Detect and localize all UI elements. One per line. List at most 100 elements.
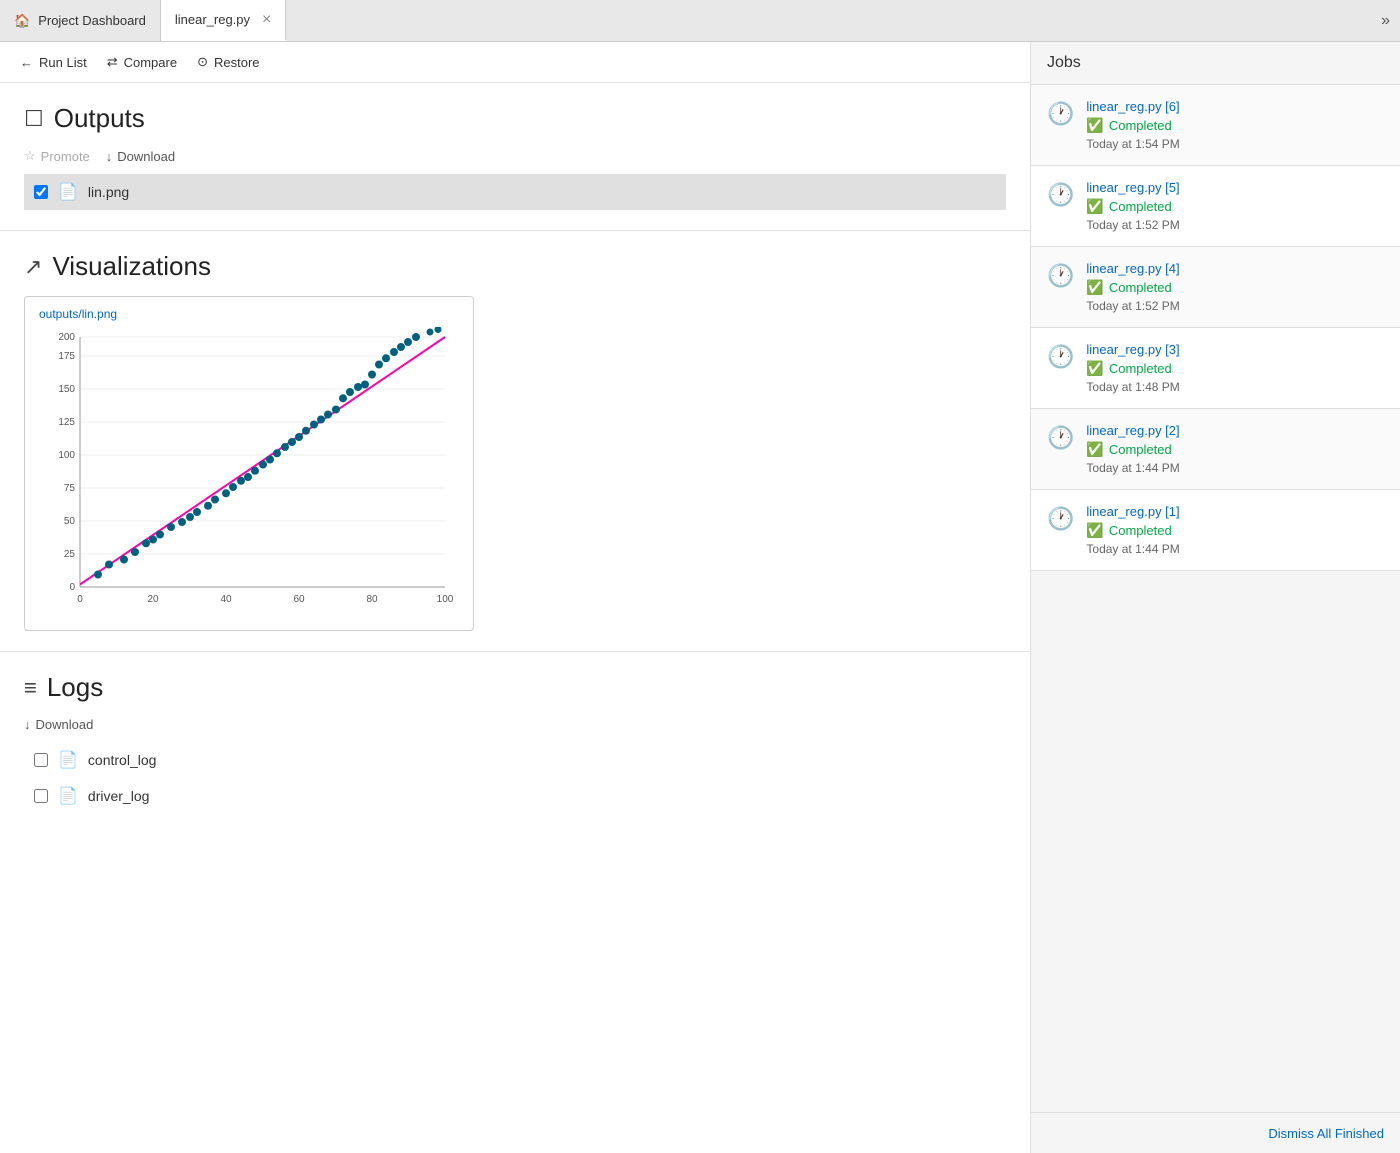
job-clock-icon-3: 🕐 — [1047, 344, 1074, 370]
scatter-chart: 0 25 50 75 100 125 150 175 200 0 20 — [35, 327, 455, 617]
logs-section: ≡ Logs ↓ Download 📄 control_log 📄 d — [0, 652, 1030, 834]
outputs-action-row: ☆ Promote ↓ Download — [24, 148, 1006, 164]
job-name-6[interactable]: linear_reg.py [6] — [1086, 99, 1179, 114]
job-clock-icon-2: 🕐 — [1047, 425, 1074, 451]
visualizations-header: ↗ Visualizations — [24, 251, 1006, 282]
visualizations-icon: ↗ — [24, 254, 42, 280]
tab-label-project-dashboard: Project Dashboard — [38, 13, 146, 28]
tab-close-icon[interactable]: × — [262, 11, 271, 29]
visualizations-title: Visualizations — [52, 251, 211, 282]
jobs-header: Jobs — [1031, 42, 1400, 85]
svg-text:60: 60 — [293, 594, 305, 605]
job-status-2: ✅ Completed — [1086, 441, 1179, 458]
job-info-2: linear_reg.py [2] ✅ Completed Today at 1… — [1086, 423, 1179, 475]
svg-text:25: 25 — [64, 549, 76, 560]
run-list-button[interactable]: ← Run List — [20, 55, 87, 70]
svg-text:100: 100 — [437, 594, 454, 605]
job-status-5: ✅ Completed — [1086, 198, 1179, 215]
job-clock-icon-6: 🕐 — [1047, 101, 1074, 127]
job-clock-icon-1: 🕐 — [1047, 506, 1074, 532]
logs-header: ≡ Logs — [24, 672, 1006, 703]
promote-button: ☆ Promote — [24, 148, 90, 164]
main-layout: ← Run List ⇄ Compare ⊙ Restore ☐ Outputs… — [0, 42, 1400, 1153]
compare-icon: ⇄ — [107, 54, 118, 70]
svg-text:125: 125 — [58, 417, 75, 428]
job-info-5: linear_reg.py [5] ✅ Completed Today at 1… — [1086, 180, 1179, 232]
job-item-6: 🕐 linear_reg.py [6] ✅ Completed Today at… — [1031, 85, 1400, 166]
job-status-3: ✅ Completed — [1086, 360, 1179, 377]
compare-button[interactable]: ⇄ Compare — [107, 54, 177, 70]
svg-text:0: 0 — [77, 594, 83, 605]
log-file-checkbox-control-log[interactable] — [34, 753, 48, 767]
tab-bar: 🏠 Project Dashboard linear_reg.py × » — [0, 0, 1400, 42]
output-file-checkbox-lin-png[interactable] — [34, 185, 48, 199]
logs-action-row: ↓ Download — [24, 717, 1006, 732]
job-status-6: ✅ Completed — [1086, 117, 1179, 134]
job-check-icon-1: ✅ — [1086, 522, 1103, 539]
outputs-section: ☐ Outputs ☆ Promote ↓ Download 📄 lin.png — [0, 83, 1030, 231]
log-file-control-log[interactable]: 📄 control_log — [24, 742, 1006, 778]
log-file-checkbox-driver-log[interactable] — [34, 789, 48, 803]
restore-button[interactable]: ⊙ Restore — [197, 54, 259, 70]
outputs-file-list: 📄 lin.png — [24, 174, 1006, 210]
visualization-container: outputs/lin.png — [24, 296, 474, 631]
job-item-3: 🕐 linear_reg.py [3] ✅ Completed Today at… — [1031, 328, 1400, 409]
job-name-5[interactable]: linear_reg.py [5] — [1086, 180, 1179, 195]
job-time-6: Today at 1:54 PM — [1086, 137, 1179, 151]
job-info-3: linear_reg.py [3] ✅ Completed Today at 1… — [1086, 342, 1179, 394]
dismiss-bar: Dismiss All Finished — [1031, 1112, 1400, 1153]
outputs-title: Outputs — [54, 103, 145, 134]
job-check-icon-6: ✅ — [1086, 117, 1103, 134]
job-item-2: 🕐 linear_reg.py [2] ✅ Completed Today at… — [1031, 409, 1400, 490]
job-status-4: ✅ Completed — [1086, 279, 1179, 296]
job-clock-icon-4: 🕐 — [1047, 263, 1074, 289]
job-check-icon-5: ✅ — [1086, 198, 1103, 215]
job-time-4: Today at 1:52 PM — [1086, 299, 1179, 313]
file-icon-driver-log: 📄 — [58, 786, 78, 806]
svg-text:0: 0 — [69, 582, 75, 593]
dismiss-all-button[interactable]: Dismiss All Finished — [1268, 1126, 1384, 1141]
logs-download-icon: ↓ — [24, 717, 31, 732]
job-time-5: Today at 1:52 PM — [1086, 218, 1179, 232]
job-info-6: linear_reg.py [6] ✅ Completed Today at 1… — [1086, 99, 1179, 151]
job-clock-icon-5: 🕐 — [1047, 182, 1074, 208]
svg-text:75: 75 — [64, 483, 76, 494]
job-name-2[interactable]: linear_reg.py [2] — [1086, 423, 1179, 438]
svg-text:175: 175 — [58, 351, 75, 362]
svg-text:100: 100 — [58, 450, 75, 461]
tab-linear-reg[interactable]: linear_reg.py × — [161, 0, 287, 41]
output-file-lin-png[interactable]: 📄 lin.png — [24, 174, 1006, 210]
job-name-3[interactable]: linear_reg.py [3] — [1086, 342, 1179, 357]
outputs-icon: ☐ — [24, 106, 44, 132]
file-icon-lin-png: 📄 — [58, 182, 78, 202]
job-check-icon-3: ✅ — [1086, 360, 1103, 377]
svg-text:200: 200 — [58, 332, 75, 343]
viz-file-label: outputs/lin.png — [35, 307, 463, 321]
output-file-name-lin-png: lin.png — [88, 184, 129, 200]
outputs-download-button[interactable]: ↓ Download — [106, 149, 175, 164]
log-file-driver-log[interactable]: 📄 driver_log — [24, 778, 1006, 814]
y-axis-labels: 0 25 50 75 100 125 150 175 200 — [58, 332, 75, 593]
job-info-1: linear_reg.py [1] ✅ Completed Today at 1… — [1086, 504, 1179, 556]
logs-download-button[interactable]: ↓ Download — [24, 717, 93, 732]
jobs-panel: Jobs 🕐 linear_reg.py [6] ✅ Completed Tod… — [1030, 42, 1400, 1153]
log-file-name-control-log: control_log — [88, 752, 157, 768]
job-item-4: 🕐 linear_reg.py [4] ✅ Completed Today at… — [1031, 247, 1400, 328]
left-content: ← Run List ⇄ Compare ⊙ Restore ☐ Outputs… — [0, 42, 1030, 1153]
job-name-4[interactable]: linear_reg.py [4] — [1086, 261, 1179, 276]
tab-project-dashboard[interactable]: 🏠 Project Dashboard — [0, 0, 161, 41]
panel-expand-icon[interactable]: » — [1371, 0, 1400, 41]
jobs-list: 🕐 linear_reg.py [6] ✅ Completed Today at… — [1031, 85, 1400, 1112]
home-icon: 🏠 — [14, 13, 30, 29]
job-item-5: 🕐 linear_reg.py [5] ✅ Completed Today at… — [1031, 166, 1400, 247]
svg-text:50: 50 — [64, 516, 76, 527]
job-item-1: 🕐 linear_reg.py [1] ✅ Completed Today at… — [1031, 490, 1400, 571]
svg-text:80: 80 — [366, 594, 378, 605]
run-list-icon: ← — [20, 55, 33, 70]
job-info-4: linear_reg.py [4] ✅ Completed Today at 1… — [1086, 261, 1179, 313]
x-axis-labels: 0 20 40 60 80 100 — [77, 594, 454, 605]
job-name-1[interactable]: linear_reg.py [1] — [1086, 504, 1179, 519]
job-check-icon-4: ✅ — [1086, 279, 1103, 296]
job-status-1: ✅ Completed — [1086, 522, 1179, 539]
svg-text:40: 40 — [220, 594, 232, 605]
